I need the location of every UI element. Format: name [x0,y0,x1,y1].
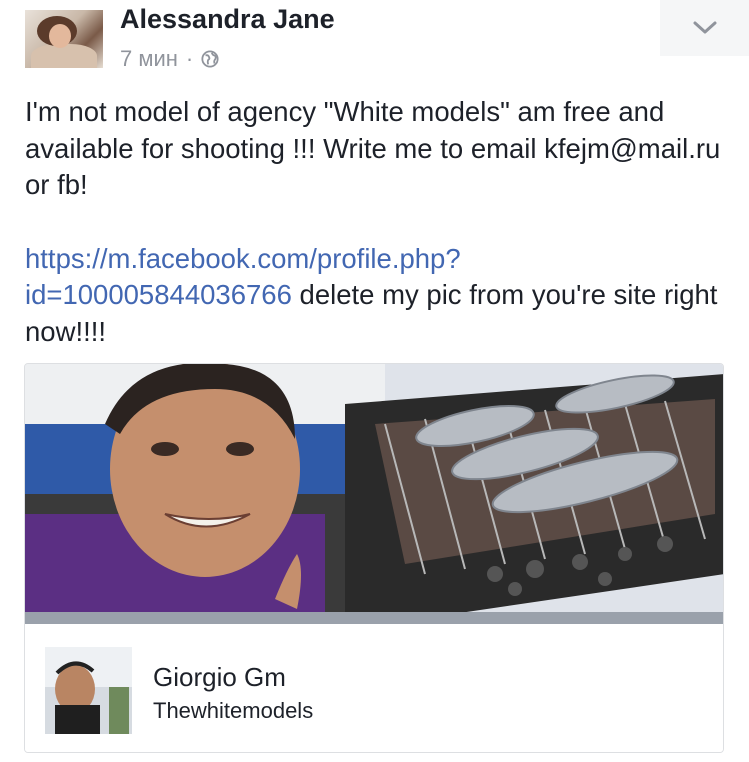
shared-subtitle: Thewhitemodels [153,698,314,723]
globe-icon [201,50,219,68]
avatar-face-shape [49,24,71,48]
shared-photo[interactable] [25,364,724,624]
author-avatar[interactable] [25,10,103,68]
avatar-body-shape [31,44,97,68]
chevron-down-icon [693,21,716,34]
post-time[interactable]: 7 мин [120,46,178,72]
post-meta: 7 мин · [120,46,219,72]
author-name[interactable]: Alessandra Jane [120,4,335,35]
shared-link-card[interactable]: Giorgio Gm Thewhitemodels [24,363,724,753]
post-text: I'm not model of agency "White models" a… [25,94,725,350]
shared-profile-thumbnail[interactable] [45,647,132,734]
post-text-paragraph-1: I'm not model of agency "White models" a… [25,96,721,200]
shared-name[interactable]: Giorgio Gm [153,662,286,693]
post-text-paragraph-2: https://m.facebook.com/profile.php?id=10… [25,241,725,351]
meta-separator: · [185,46,194,71]
post-menu-button[interactable] [660,0,749,56]
card-footer[interactable]: Giorgio Gm Thewhitemodels [25,624,723,752]
